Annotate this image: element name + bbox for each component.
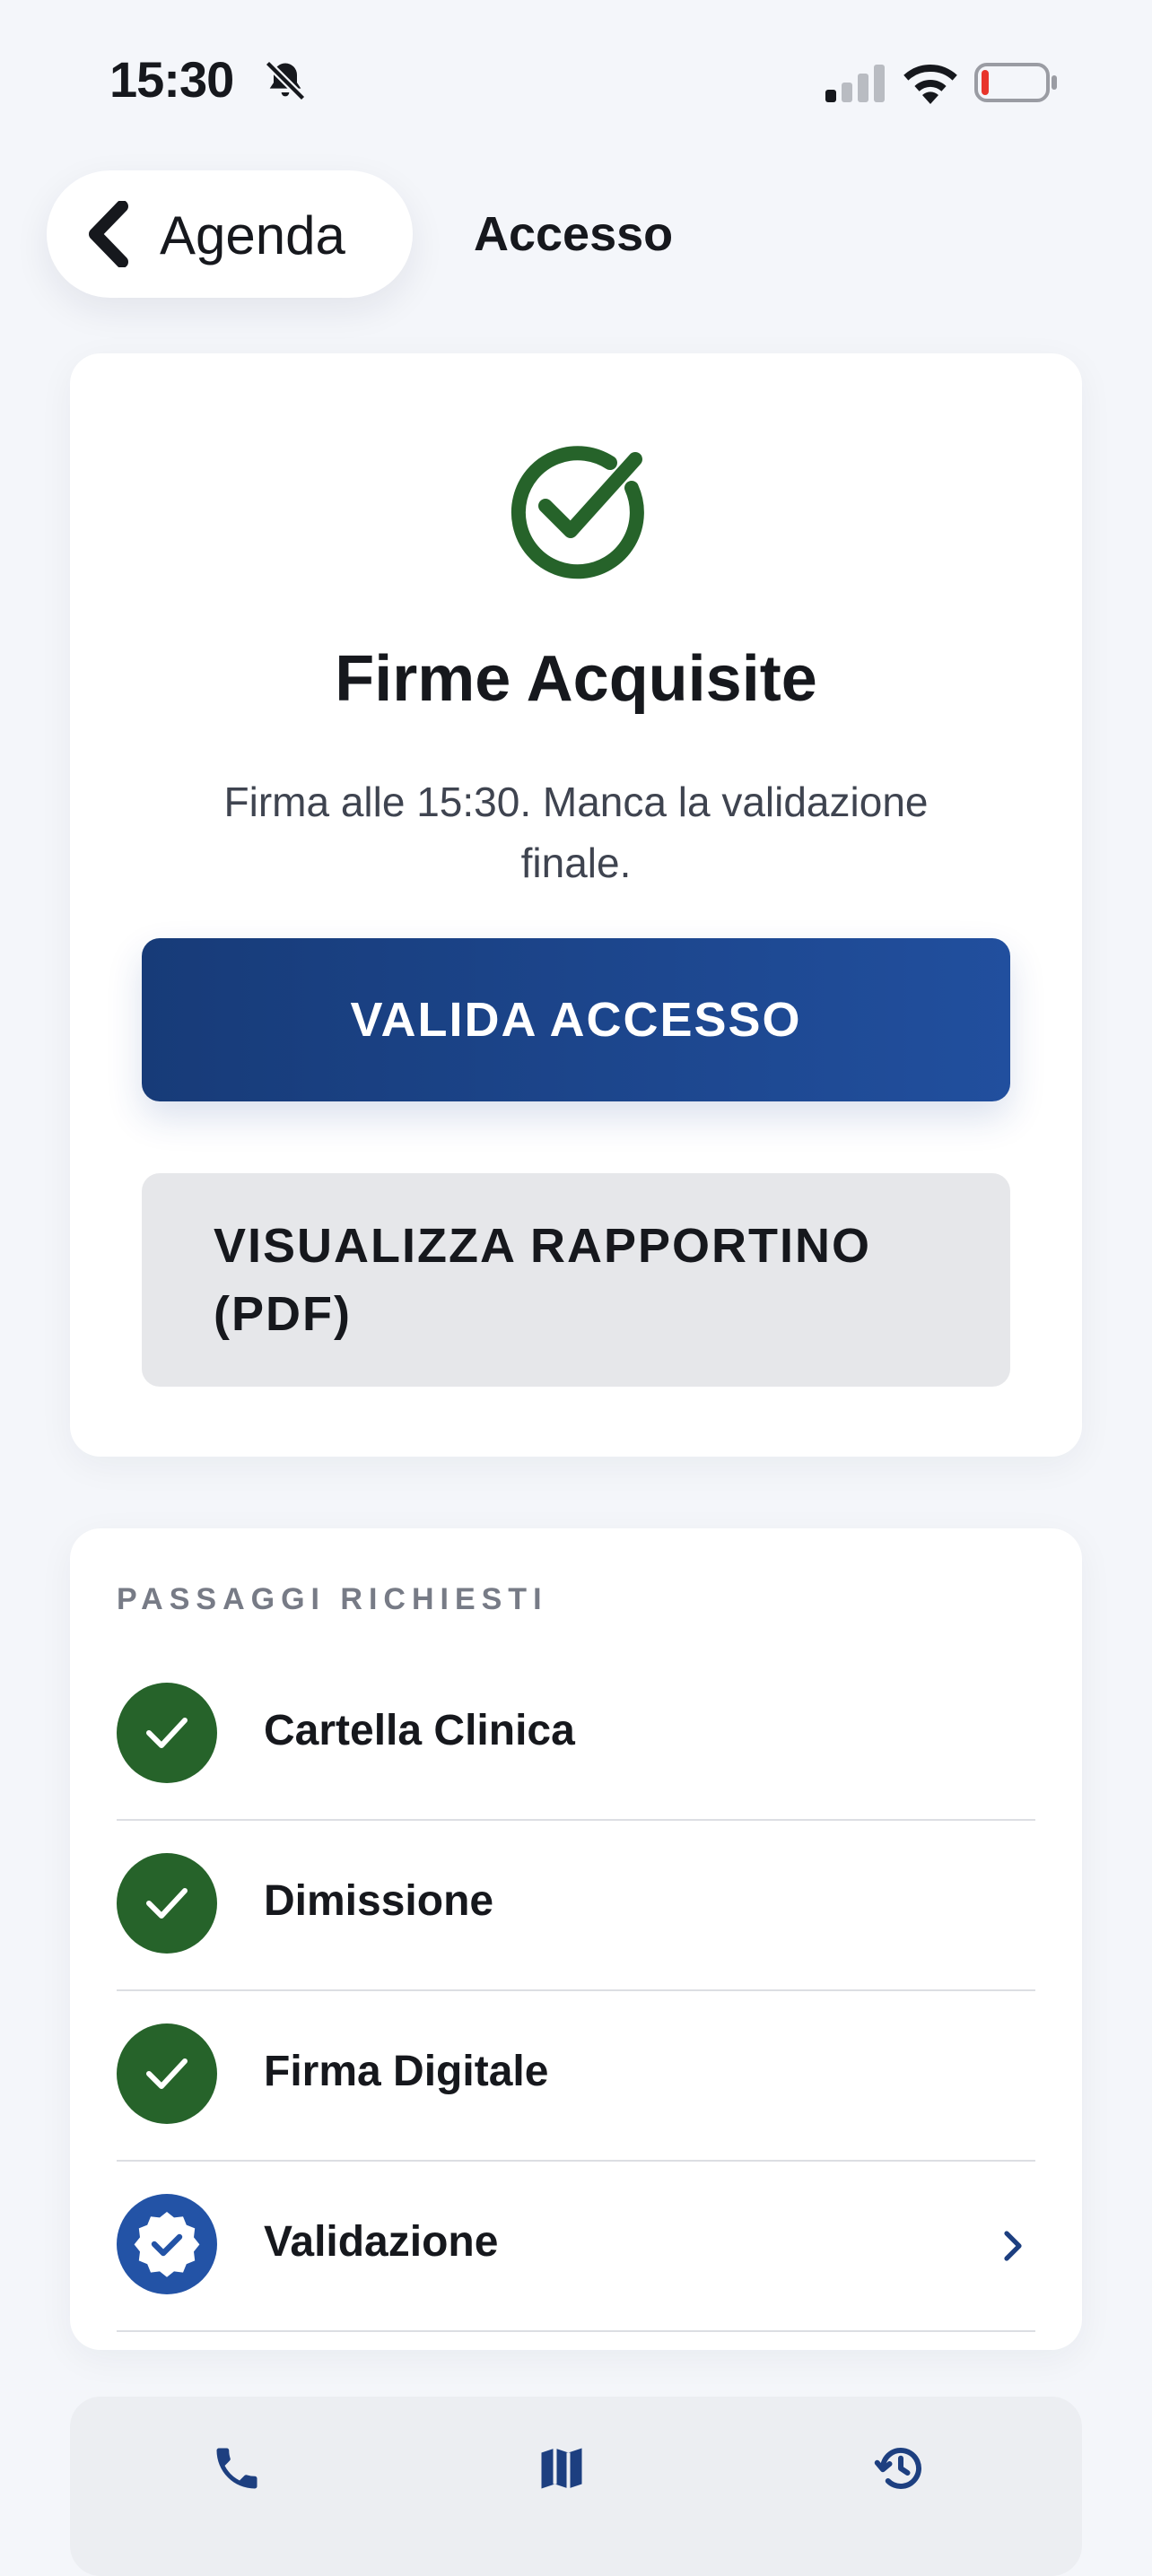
step-done-icon — [117, 1683, 217, 1783]
history-icon[interactable] — [874, 2441, 928, 2495]
step-firma-digitale[interactable]: Firma Digitale — [117, 1989, 1035, 2162]
chevron-right-icon — [1004, 2231, 1022, 2261]
card-title: Firme Acquisite — [335, 643, 817, 715]
section-label: PASSAGGI RICHIESTI — [117, 1582, 548, 1616]
step-cartella-clinica[interactable]: Cartella Clinica — [117, 1649, 1035, 1821]
step-done-icon — [117, 1853, 217, 1954]
bottom-action-bar — [70, 2397, 1082, 2576]
required-steps-card: PASSAGGI RICHIESTI Cartella Clinica Dimi… — [70, 1528, 1082, 2350]
verified-badge-icon — [117, 2194, 217, 2294]
step-done-icon — [117, 2023, 217, 2124]
step-label: Dimissione — [264, 1877, 494, 1925]
back-button[interactable]: Agenda — [47, 170, 413, 298]
step-label: Firma Digitale — [264, 2048, 549, 2095]
chevron-left-icon — [89, 201, 128, 267]
step-dimissione[interactable]: Dimissione — [117, 1819, 1035, 1991]
status-bar: 15:30 — [0, 0, 1152, 161]
view-report-pdf-button[interactable]: VISUALIZZA RAPPORTINO (PDF) — [142, 1173, 1010, 1387]
cellular-signal-icon — [825, 65, 885, 102]
card-subtitle: Firma alle 15:30. Manca la validazione f… — [223, 779, 929, 886]
phone-icon[interactable] — [210, 2441, 264, 2495]
step-label: Cartella Clinica — [264, 1707, 575, 1754]
step-label: Validazione — [264, 2218, 499, 2266]
check-circle-icon — [511, 446, 644, 579]
back-button-label: Agenda — [160, 205, 345, 265]
step-validazione[interactable]: Validazione — [117, 2160, 1035, 2332]
bell-slash-icon — [265, 60, 306, 101]
page-title: Accesso — [474, 207, 674, 261]
map-icon[interactable] — [535, 2441, 589, 2495]
status-time: 15:30 — [109, 51, 234, 108]
validate-access-button[interactable]: VALIDA ACCESSO — [142, 938, 1010, 1101]
wifi-icon — [903, 65, 957, 104]
signatures-card: Firme Acquisite Firma alle 15:30. Manca … — [70, 353, 1082, 1457]
battery-low-icon — [974, 63, 1057, 102]
